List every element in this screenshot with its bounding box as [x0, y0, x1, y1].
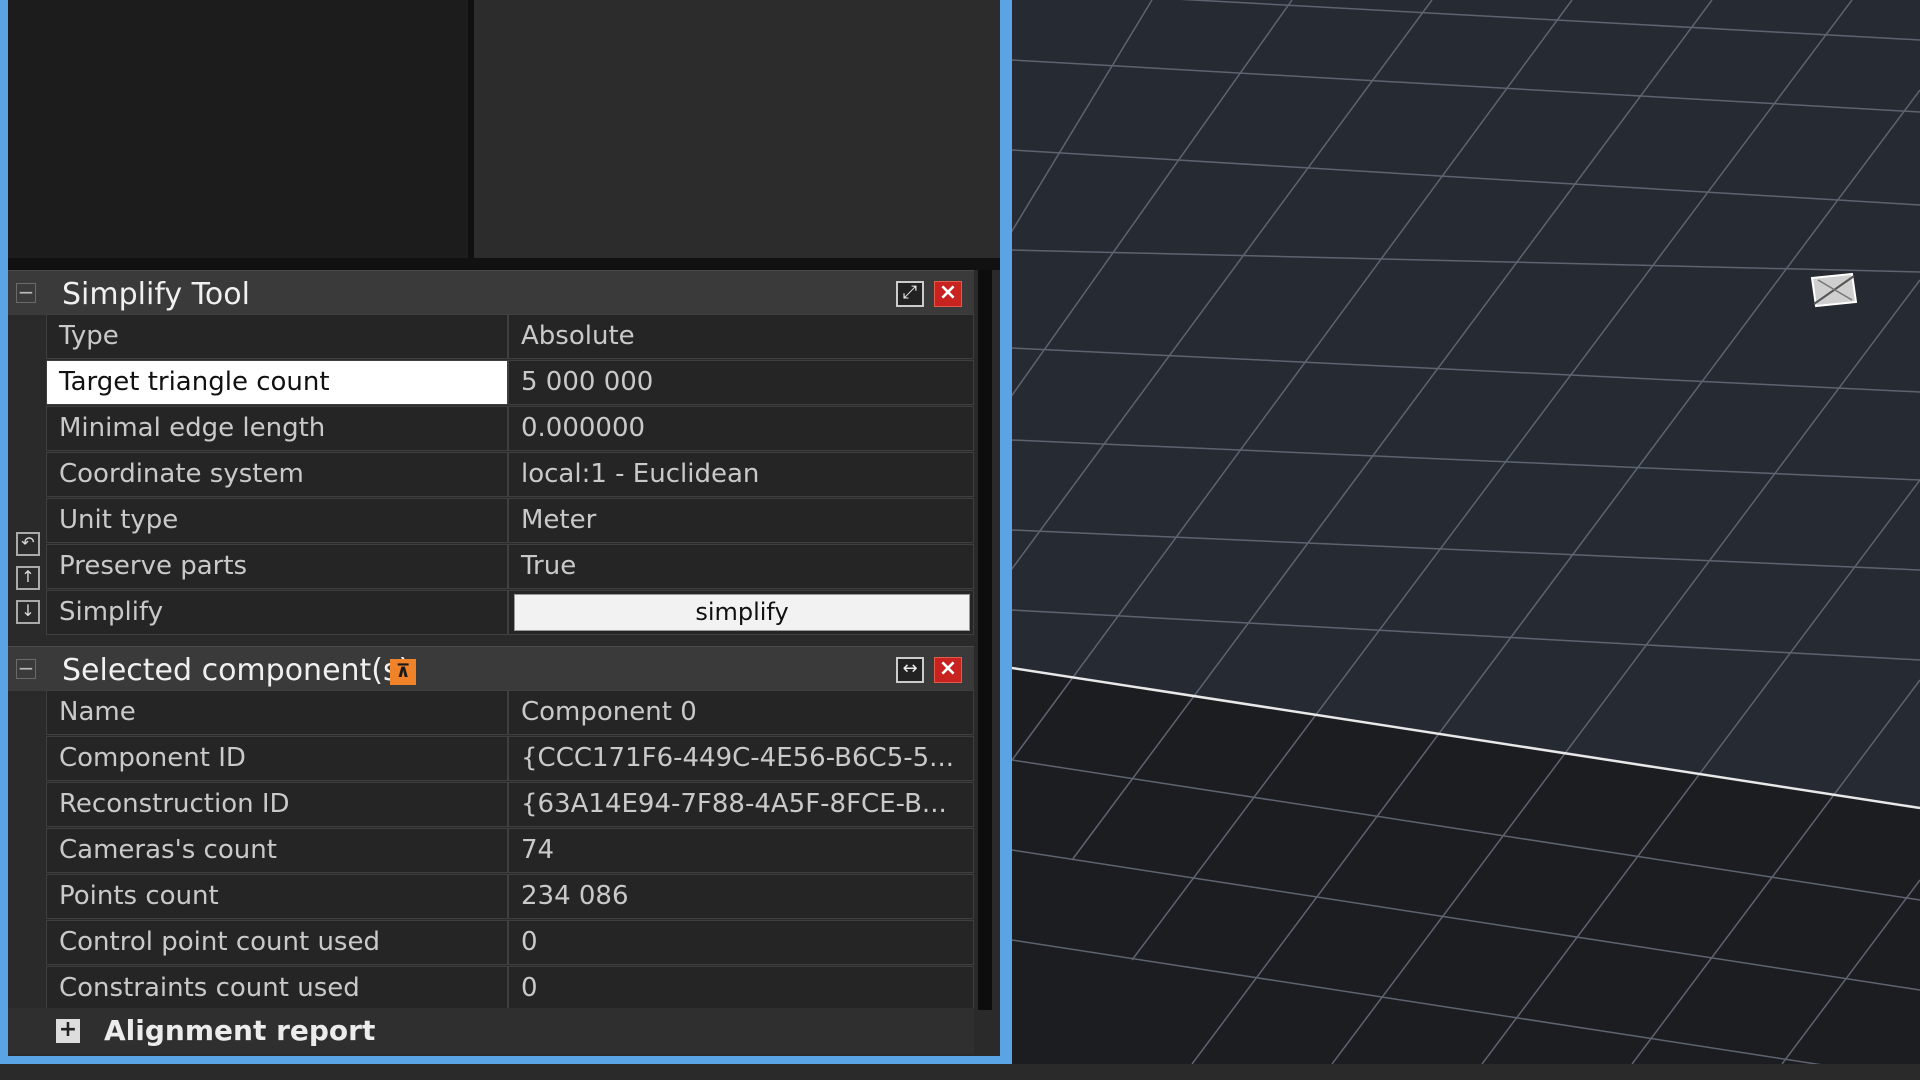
minus-icon[interactable]: −	[16, 658, 36, 679]
property-value[interactable]: True	[508, 544, 974, 589]
top-left-pane	[8, 0, 468, 258]
property-row[interactable]: Preserve parts True	[46, 544, 974, 589]
pane-gap	[8, 258, 1000, 270]
dock-icon[interactable]: ⤢	[896, 281, 924, 307]
upload-icon[interactable]: ↑	[16, 566, 40, 590]
simplify-button[interactable]: simplify	[514, 594, 970, 631]
status-bar	[0, 1064, 1920, 1080]
section-title: Simplify Tool	[62, 277, 250, 312]
selected-components-header[interactable]: − Selected component(s) ⊼ ↔ ×	[8, 646, 974, 691]
property-label: Component ID	[46, 736, 508, 781]
property-value[interactable]: 5 000 000	[508, 360, 974, 405]
property-row[interactable]: Simplify simplify	[46, 590, 974, 635]
property-row[interactable]: Component ID {CCC171F6-449C-4E56-B6C5-5.…	[46, 736, 974, 781]
property-value[interactable]: Absolute	[508, 314, 974, 359]
simplify-tool-header[interactable]: − Simplify Tool ⤢ ×	[8, 270, 974, 315]
dock-icon[interactable]: ↔	[896, 657, 924, 683]
camera-icon[interactable]	[1808, 270, 1860, 310]
property-label: Minimal edge length	[46, 406, 508, 451]
panel-scrollbar[interactable]	[978, 270, 992, 1010]
property-label: Target triangle count	[46, 360, 508, 405]
property-label: Preserve parts	[46, 544, 508, 589]
viewport-grid	[1012, 0, 1920, 1064]
property-row[interactable]: Minimal edge length 0.000000	[46, 406, 974, 451]
property-value[interactable]: 234 086	[508, 874, 974, 919]
minus-icon[interactable]: −	[16, 282, 36, 303]
property-value[interactable]: 74	[508, 828, 974, 873]
property-value[interactable]: {63A14E94-7F88-4A5F-8FCE-B...	[508, 782, 974, 827]
pin-icon[interactable]: ⊼	[390, 659, 416, 685]
property-row[interactable]: Target triangle count 5 000 000	[46, 360, 974, 405]
property-value[interactable]: Component 0	[508, 690, 974, 735]
property-label: Cameras's count	[46, 828, 508, 873]
undo-icon[interactable]: ↶	[16, 532, 40, 556]
close-icon[interactable]: ×	[934, 657, 962, 683]
property-label: Points count	[46, 874, 508, 919]
download-icon[interactable]: ↓	[16, 600, 40, 624]
property-row[interactable]: Coordinate system local:1 - Euclidean	[46, 452, 974, 497]
property-row[interactable]: Name Component 0	[46, 690, 974, 735]
property-row[interactable]: Type Absolute	[46, 314, 974, 359]
property-label: Reconstruction ID	[46, 782, 508, 827]
section-title: Selected component(s)	[62, 653, 411, 688]
property-value[interactable]: Meter	[508, 498, 974, 543]
property-row[interactable]: Reconstruction ID {63A14E94-7F88-4A5F-8F…	[46, 782, 974, 827]
property-row[interactable]: Cameras's count 74	[46, 828, 974, 873]
property-label: Constraints count used	[46, 966, 508, 1011]
property-label: Simplify	[46, 590, 508, 635]
property-row[interactable]: Unit type Meter	[46, 498, 974, 543]
property-label: Type	[46, 314, 508, 359]
3d-viewport[interactable]	[1012, 0, 1920, 1064]
close-icon[interactable]: ×	[934, 281, 962, 307]
property-value[interactable]: 0	[508, 966, 974, 1011]
property-row[interactable]: Constraints count used 0	[46, 966, 974, 1011]
property-label: Name	[46, 690, 508, 735]
property-row[interactable]: Points count 234 086	[46, 874, 974, 919]
alignment-report-row[interactable]: + Alignment report	[8, 1008, 974, 1054]
alignment-report-label: Alignment report	[104, 1014, 376, 1047]
property-value[interactable]: 0.000000	[508, 406, 974, 451]
top-right-pane	[474, 0, 1000, 258]
plus-icon[interactable]: +	[56, 1019, 80, 1043]
property-value[interactable]: {CCC171F6-449C-4E56-B6C5-5...	[508, 736, 974, 781]
property-label: Coordinate system	[46, 452, 508, 497]
property-value[interactable]: 0	[508, 920, 974, 965]
property-label: Control point count used	[46, 920, 508, 965]
properties-panel: − Simplify Tool ⤢ × Type Absolute Target…	[8, 270, 1000, 1056]
property-row[interactable]: Control point count used 0	[46, 920, 974, 965]
property-label: Unit type	[46, 498, 508, 543]
property-value[interactable]: local:1 - Euclidean	[508, 452, 974, 497]
